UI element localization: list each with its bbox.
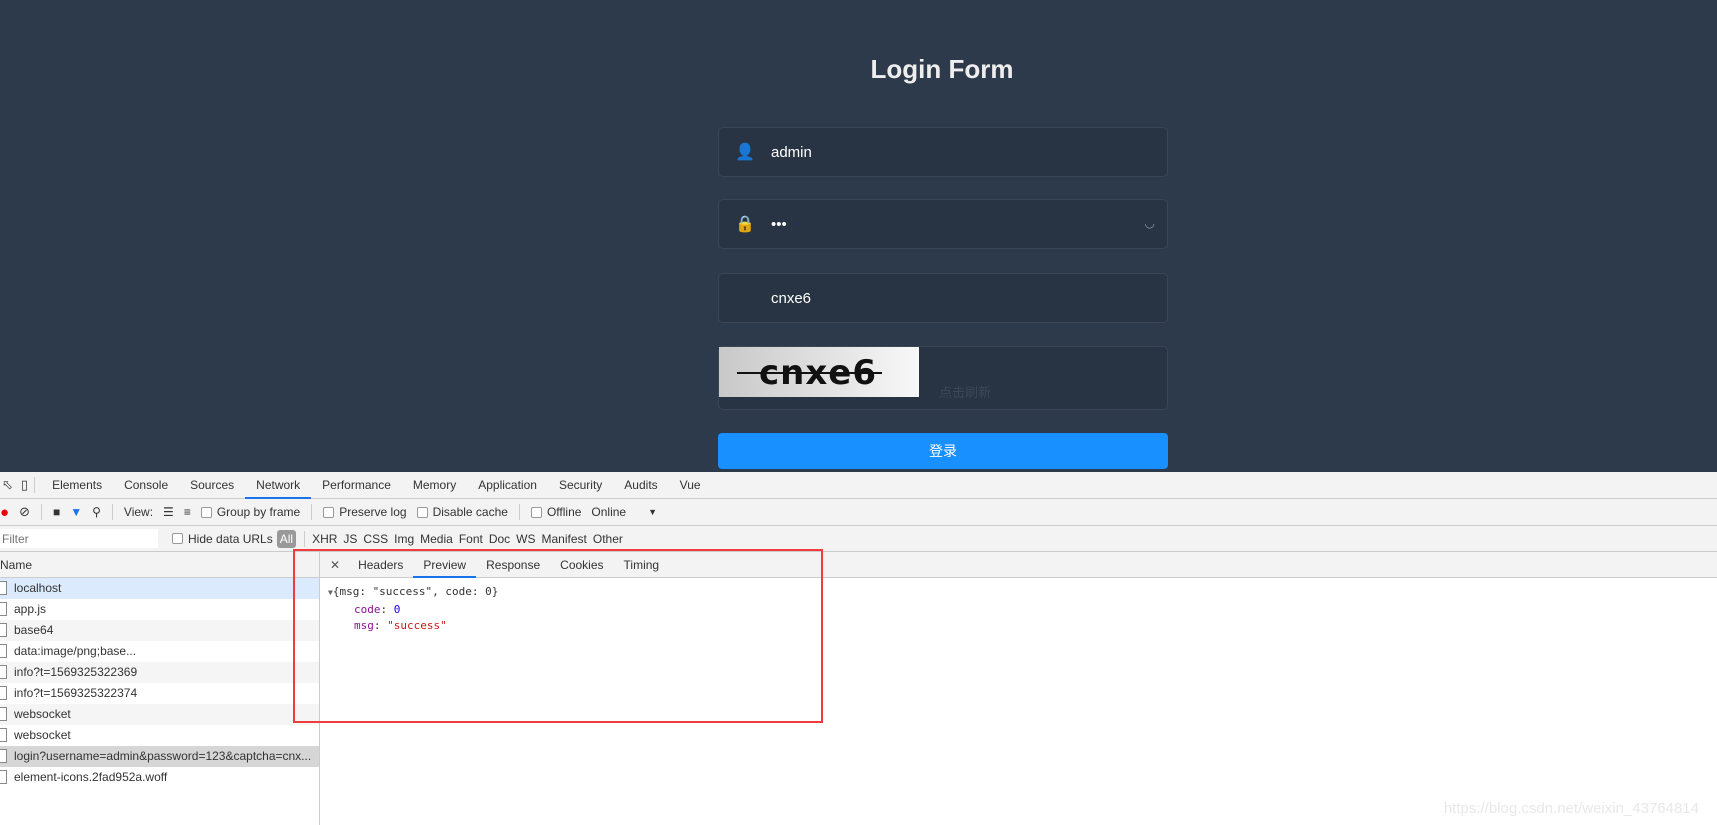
type-ws[interactable]: WS: [516, 532, 535, 546]
login-page: Login Form 👤 admin 🔒 ••• ◡ cnxe6 cnxe6 点…: [0, 0, 1717, 472]
view-label: View:: [123, 505, 154, 519]
request-row[interactable]: base64: [0, 620, 319, 641]
request-name: websocket: [14, 728, 71, 742]
request-row[interactable]: app.js: [0, 599, 319, 620]
captcha-image[interactable]: cnxe6: [719, 347, 919, 397]
request-name: data:image/png;base...: [14, 644, 137, 658]
request-row[interactable]: localhost: [0, 578, 319, 599]
type-media[interactable]: Media: [420, 532, 453, 546]
file-icon: [0, 602, 7, 616]
chevron-down-icon: ▼: [648, 507, 658, 517]
highlight-box: [293, 549, 823, 723]
eye-closed-icon[interactable]: ◡: [1145, 216, 1155, 230]
captcha-input[interactable]: cnxe6: [718, 273, 1168, 323]
tab-vue[interactable]: Vue: [669, 472, 712, 499]
username-field[interactable]: 👤 admin: [718, 127, 1168, 177]
offline-checkbox[interactable]: Offline: [530, 505, 581, 519]
file-icon: [0, 749, 7, 763]
file-icon: [0, 686, 7, 700]
hide-data-urls-checkbox[interactable]: Hide data URLs: [172, 532, 273, 546]
request-row[interactable]: info?t=1569325322369: [0, 662, 319, 683]
request-row[interactable]: websocket: [0, 725, 319, 746]
file-icon: [0, 581, 7, 595]
password-value: •••: [771, 215, 787, 233]
tab-elements[interactable]: Elements: [41, 472, 113, 499]
file-icon: [0, 644, 7, 658]
tab-security[interactable]: Security: [548, 472, 613, 499]
disable-cache-checkbox[interactable]: Disable cache: [416, 505, 508, 519]
type-all[interactable]: All: [276, 529, 297, 548]
file-icon: [0, 665, 7, 679]
devtools-panel: ⬁ ▯ Elements Console Sources Network Per…: [0, 472, 1717, 825]
request-row[interactable]: login?username=admin&password=123&captch…: [0, 746, 319, 767]
tab-application[interactable]: Application: [467, 472, 548, 499]
request-name: info?t=1569325322369: [14, 665, 138, 679]
throttle-select[interactable]: Online ▼: [591, 505, 657, 519]
file-icon: [0, 728, 7, 742]
request-list: Name localhost app.js base64 data:image/png…: [0, 552, 320, 825]
type-doc[interactable]: Doc: [489, 532, 510, 546]
filter-input[interactable]: [0, 529, 158, 548]
file-icon: [0, 623, 7, 637]
lock-icon: 🔒: [735, 216, 755, 233]
request-name: websocket: [14, 707, 71, 721]
tab-console[interactable]: Console: [113, 472, 179, 499]
request-row[interactable]: data:image/png;base...: [0, 641, 319, 662]
type-css[interactable]: CSS: [363, 532, 388, 546]
search-icon[interactable]: ⚲: [92, 505, 101, 519]
type-font[interactable]: Font: [459, 532, 483, 546]
type-other[interactable]: Other: [593, 532, 623, 546]
login-button[interactable]: 登录: [718, 433, 1168, 469]
tab-audits[interactable]: Audits: [613, 472, 668, 499]
captcha-value: cnxe6: [771, 289, 812, 307]
waterfall-view-icon[interactable]: ≡: [184, 505, 191, 519]
devtools-tabbar: ⬁ ▯ Elements Console Sources Network Per…: [0, 472, 1717, 499]
group-by-frame-checkbox[interactable]: Group by frame: [200, 505, 300, 519]
page-title: Login Form: [870, 54, 1014, 84]
inspect-icon[interactable]: ⬁: [2, 477, 13, 493]
watermark: https://blog.csdn.net/weixin_43764814: [1443, 800, 1699, 817]
clear-icon[interactable]: ⊘: [19, 504, 30, 520]
filter-icon[interactable]: ▼: [70, 505, 82, 519]
captcha-box: cnxe6 点击刷新: [718, 346, 1168, 410]
request-name: login?username=admin&password=123&captch…: [14, 749, 312, 763]
request-row[interactable]: websocket: [0, 704, 319, 725]
file-icon: [0, 707, 7, 721]
device-icon[interactable]: ▯: [21, 477, 28, 493]
user-icon: 👤: [735, 144, 755, 161]
filter-row: Hide data URLs All XHR JS CSS Img Media …: [0, 526, 1717, 552]
username-value: admin: [771, 143, 812, 161]
file-icon: [0, 770, 7, 784]
tab-performance[interactable]: Performance: [311, 472, 402, 499]
record-icon[interactable]: ●: [0, 504, 9, 521]
request-row[interactable]: element-icons.2fad952a.woff: [0, 767, 319, 788]
type-xhr[interactable]: XHR: [312, 532, 337, 546]
refresh-hint[interactable]: 点击刷新: [939, 382, 991, 401]
camera-icon[interactable]: ■: [53, 505, 60, 519]
request-name: info?t=1569325322374: [14, 686, 138, 700]
tab-sources[interactable]: Sources: [179, 472, 245, 499]
request-name: localhost: [14, 581, 62, 595]
password-field[interactable]: 🔒 ••• ◡: [718, 199, 1168, 249]
type-img[interactable]: Img: [394, 532, 414, 546]
preserve-log-checkbox[interactable]: Preserve log: [323, 505, 407, 519]
tab-network[interactable]: Network: [245, 472, 312, 499]
list-view-icon[interactable]: ☰: [163, 505, 174, 519]
tab-memory[interactable]: Memory: [402, 472, 467, 499]
type-js[interactable]: JS: [343, 532, 357, 546]
request-name: base64: [14, 623, 54, 637]
type-manifest[interactable]: Manifest: [542, 532, 587, 546]
name-column-header[interactable]: Name: [0, 552, 319, 578]
request-name: element-icons.2fad952a.woff: [14, 770, 168, 784]
request-row[interactable]: info?t=1569325322374: [0, 683, 319, 704]
request-name: app.js: [14, 602, 47, 616]
network-toolbar: ● ⊘ ■ ▼ ⚲ View: ☰ ≡ Group by frame Prese…: [0, 499, 1717, 526]
